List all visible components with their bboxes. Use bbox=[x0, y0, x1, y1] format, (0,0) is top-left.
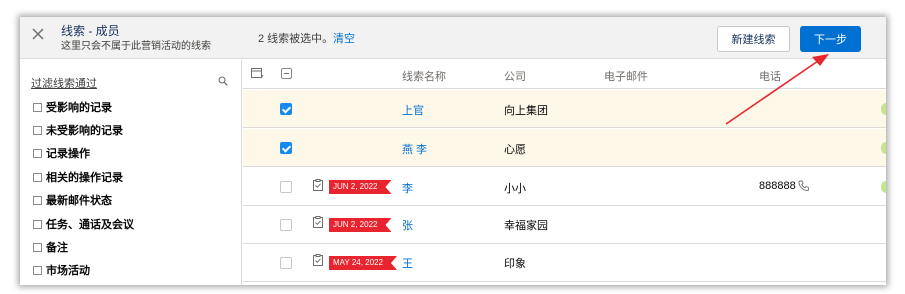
row-checkbox[interactable] bbox=[280, 103, 292, 115]
search-icon[interactable] bbox=[218, 76, 228, 86]
filter-checkbox[interactable] bbox=[33, 102, 42, 112]
filter-item-related-actions[interactable]: 相关的操作记录 bbox=[33, 170, 123, 184]
next-button[interactable]: 下一步 bbox=[800, 26, 861, 52]
close-icon[interactable] bbox=[31, 27, 45, 41]
phone-icon[interactable] bbox=[798, 180, 809, 191]
lead-name-link[interactable]: 王 bbox=[402, 255, 413, 271]
table-row[interactable]: 燕 李 心愿 bbox=[243, 129, 886, 167]
filter-item-email-status[interactable]: 最新邮件状态 bbox=[33, 193, 112, 207]
filter-checkbox[interactable] bbox=[33, 219, 42, 229]
lead-name-link[interactable]: 张 bbox=[402, 217, 413, 233]
add-leads-dialog: 线索 - 成员 这里只会不属于此营销活动的线索 2 线索被选中。 清空 新建线索… bbox=[20, 17, 886, 285]
filter-label: 市场活动 bbox=[46, 265, 90, 277]
task-icon bbox=[313, 179, 323, 191]
phone-number: 888888 bbox=[759, 180, 796, 192]
filter-label: 受影响的记录 bbox=[46, 102, 112, 114]
filter-checkbox[interactable] bbox=[33, 148, 42, 158]
lead-name-link[interactable]: 燕 李 bbox=[402, 141, 427, 157]
filter-item-tasks[interactable]: 任务、通话及会议 bbox=[33, 217, 134, 231]
leads-table: 线索名称 公司 电子邮件 电话 上官 向上集团 燕 李 心愿 JUN 2, 20… bbox=[243, 60, 886, 285]
task-icon bbox=[313, 254, 323, 266]
company-cell: 心愿 bbox=[504, 144, 526, 156]
company-cell: 小小 bbox=[504, 183, 526, 195]
phone-cell: 888888 bbox=[759, 180, 809, 192]
lead-name-link[interactable]: 李 bbox=[402, 180, 413, 196]
new-lead-button[interactable]: 新建线索 bbox=[717, 26, 790, 52]
company-cell: 幸福家园 bbox=[504, 220, 548, 232]
filter-title[interactable]: 过滤线索通过 bbox=[31, 75, 97, 91]
row-checkbox[interactable] bbox=[280, 219, 292, 231]
filter-item-campaigns[interactable]: 市场活动 bbox=[33, 263, 90, 277]
filter-item-affected[interactable]: 受影响的记录 bbox=[33, 100, 112, 114]
table-row[interactable]: MAY 24, 2022 王 印象 bbox=[243, 245, 886, 282]
filter-label: 备注 bbox=[46, 242, 68, 254]
lead-name-link[interactable]: 上官 bbox=[402, 102, 424, 118]
dialog-header: 线索 - 成员 这里只会不属于此营销活动的线索 2 线索被选中。 清空 新建线索… bbox=[20, 17, 886, 59]
filter-checkbox[interactable] bbox=[33, 242, 42, 252]
company-cell: 印象 bbox=[504, 258, 526, 270]
due-date-flag: JUN 2, 2022 bbox=[329, 180, 391, 194]
column-settings-icon[interactable] bbox=[251, 68, 264, 79]
row-checkbox[interactable] bbox=[280, 142, 292, 154]
row-checkbox[interactable] bbox=[280, 257, 292, 269]
filter-label: 相关的操作记录 bbox=[46, 172, 123, 184]
row-checkbox[interactable] bbox=[280, 181, 292, 193]
filter-label: 最新邮件状态 bbox=[46, 195, 112, 207]
selection-count: 2 线索被选中。 bbox=[258, 33, 334, 45]
due-date-flag: MAY 24, 2022 bbox=[329, 256, 397, 270]
filter-label: 任务、通话及会议 bbox=[46, 219, 134, 231]
filter-label: 记录操作 bbox=[46, 148, 90, 160]
table-row[interactable]: 上官 向上集团 bbox=[243, 90, 886, 128]
filter-checkbox[interactable] bbox=[33, 125, 42, 135]
filter-checkbox[interactable] bbox=[33, 172, 42, 182]
column-header-name[interactable]: 线索名称 bbox=[402, 68, 446, 84]
company-cell: 向上集团 bbox=[504, 105, 548, 117]
column-header-phone[interactable]: 电话 bbox=[759, 68, 781, 84]
filter-item-unaffected[interactable]: 未受影响的记录 bbox=[33, 123, 123, 137]
table-header: 线索名称 公司 电子邮件 电话 bbox=[243, 60, 886, 89]
select-all-checkbox[interactable] bbox=[281, 68, 292, 79]
status-indicator bbox=[881, 142, 886, 154]
column-header-email[interactable]: 电子邮件 bbox=[604, 68, 648, 84]
filter-item-notes[interactable]: 备注 bbox=[33, 240, 68, 254]
filter-item-actions[interactable]: 记录操作 bbox=[33, 146, 90, 160]
column-header-company[interactable]: 公司 bbox=[504, 68, 526, 84]
filter-checkbox[interactable] bbox=[33, 265, 42, 275]
filter-sidebar: 过滤线索通过 受影响的记录 未受影响的记录 记录操作 相关的操作记录 最新邮件状… bbox=[20, 60, 242, 285]
status-indicator bbox=[881, 181, 886, 193]
filter-checkbox[interactable] bbox=[33, 195, 42, 205]
clear-selection-link[interactable]: 清空 bbox=[333, 30, 355, 46]
table-row[interactable]: JUN 2, 2022 张 幸福家园 bbox=[243, 207, 886, 244]
table-row[interactable]: JUN 2, 2022 李 小小 888888 bbox=[243, 168, 886, 206]
due-date-flag: JUN 2, 2022 bbox=[329, 218, 391, 232]
dialog-subtitle: 这里只会不属于此营销活动的线索 bbox=[61, 41, 211, 52]
task-icon bbox=[313, 216, 323, 228]
status-indicator bbox=[881, 103, 886, 115]
filter-label: 未受影响的记录 bbox=[46, 125, 123, 137]
